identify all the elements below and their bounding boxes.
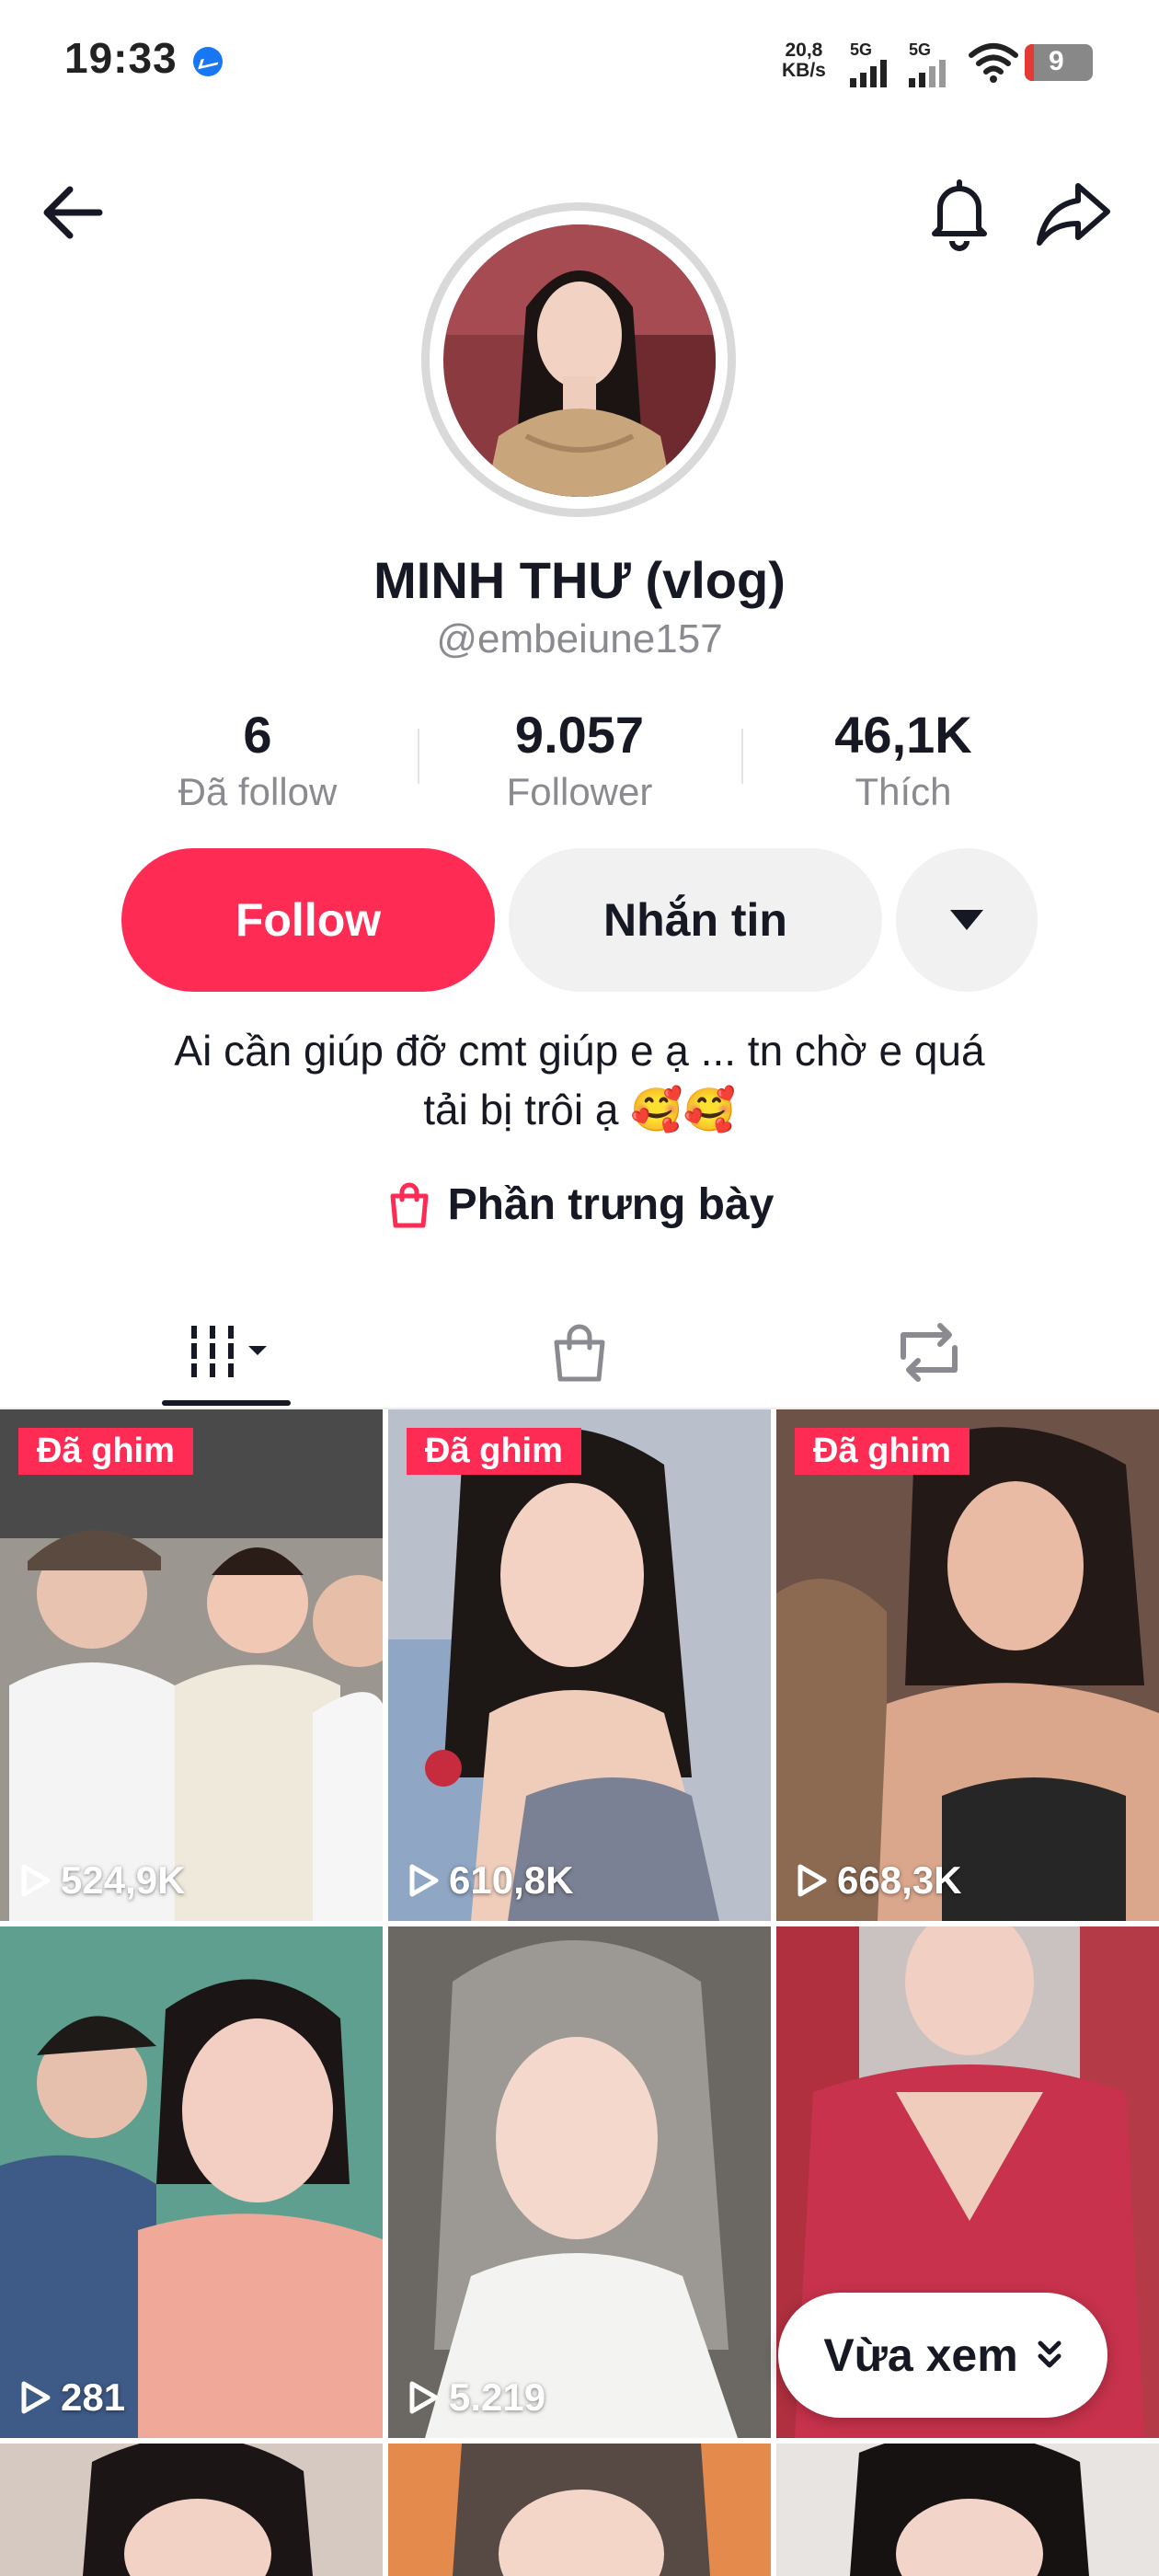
video-thumbnail-art: [388, 1409, 771, 1921]
message-button[interactable]: Nhắn tin: [509, 848, 882, 992]
avatar[interactable]: [443, 224, 716, 497]
video-tile[interactable]: [776, 2444, 1159, 2576]
video-thumbnail-art: [0, 1926, 383, 2438]
battery-indicator: 9: [1025, 44, 1093, 81]
bio-line: tải bị trôi ạ 🥰🥰: [423, 1086, 736, 1133]
stat-likes-value: 46,1K: [834, 706, 972, 764]
sim1-label: 5G: [850, 40, 873, 59]
stat-followers[interactable]: 9.057 Follower: [423, 705, 736, 814]
network-speed-unit: KB/s: [782, 60, 826, 81]
status-time: 19:33: [64, 34, 178, 82]
caret-down-icon: [950, 910, 983, 930]
repost-icon: [901, 1323, 958, 1382]
sim1-signal: 5G: [850, 40, 890, 92]
sim2-label: 5G: [909, 40, 932, 59]
play-icon: [798, 1864, 827, 1897]
play-icon: [409, 2381, 439, 2414]
video-thumbnail-art: [388, 1926, 771, 2438]
bio-line: Ai cần giúp đỡ cmt giúp e ạ ... tn chờ e…: [174, 1027, 985, 1075]
video-tile[interactable]: 281: [0, 1926, 383, 2438]
play-icon: [21, 1864, 51, 1897]
showcase-link[interactable]: Phần trưng bày: [0, 1179, 1159, 1230]
showcase-label: Phần trưng bày: [447, 1180, 775, 1229]
network-speed-value: 20,8: [785, 40, 823, 61]
messenger-notification-icon: [193, 47, 223, 76]
tab-active-indicator: [162, 1400, 291, 1406]
share-icon: [1037, 183, 1110, 246]
play-icon: [409, 1864, 439, 1897]
signal-icon: [850, 60, 887, 87]
profile-name: MINH THƯ (vlog): [373, 551, 786, 609]
stat-followers-value: 9.057: [514, 706, 645, 764]
shopping-bag-icon: [554, 1324, 605, 1382]
battery-level: 9: [1049, 46, 1064, 76]
wifi-icon: [969, 43, 1018, 83]
stat-likes[interactable]: 46,1K Thích: [747, 705, 1060, 814]
arrow-left-icon: [43, 186, 103, 239]
video-tile[interactable]: Đã ghim 610,8K: [388, 1409, 771, 1921]
profile-bio: Ai cần giúp đỡ cmt giúp e ạ ... tn chờ e…: [92, 1021, 1067, 1139]
follow-button[interactable]: Follow: [121, 848, 495, 992]
view-count-value: 524,9K: [61, 1858, 186, 1902]
grid-columns-icon: [186, 1326, 267, 1377]
video-thumbnail-art: [0, 1409, 383, 1921]
view-count-value: 610,8K: [449, 1858, 574, 1902]
recently-watched-label: Vừa xem: [823, 2329, 1018, 2381]
sim2-signal: 5G: [909, 40, 949, 92]
video-tile[interactable]: Đã ghim 524,9K: [0, 1409, 383, 1921]
stat-likes-label: Thích: [855, 770, 952, 813]
more-options-button[interactable]: [896, 848, 1038, 992]
video-thumbnail-art: [776, 2444, 1159, 2576]
avatar-image: [443, 224, 716, 497]
pinned-badge: Đã ghim: [407, 1428, 581, 1475]
view-count-value: 281: [61, 2375, 126, 2419]
pinned-badge: Đã ghim: [795, 1428, 970, 1475]
double-chevron-down-icon: [1038, 2340, 1061, 2368]
back-button[interactable]: [35, 171, 118, 254]
profile-handle: @embeiune157: [436, 616, 723, 661]
stat-following[interactable]: 6 Đã follow: [101, 705, 414, 814]
stat-followers-label: Follower: [506, 770, 653, 813]
share-button[interactable]: [1032, 171, 1115, 254]
tab-videos[interactable]: [37, 1297, 423, 1408]
tab-shop[interactable]: [386, 1297, 773, 1408]
view-count-value: 5.219: [449, 2375, 546, 2419]
notification-bell-button[interactable]: [918, 171, 1001, 254]
bell-icon: [932, 179, 987, 251]
stat-following-label: Đã follow: [178, 770, 338, 813]
view-count: 668,3K: [797, 1858, 961, 1903]
shopping-bag-icon: [390, 1182, 429, 1227]
video-tile[interactable]: [0, 2444, 383, 2576]
video-thumbnail-art: [0, 2444, 383, 2576]
video-tile[interactable]: Đã ghim 668,3K: [776, 1409, 1159, 1921]
video-tile[interactable]: [388, 2444, 771, 2576]
stat-divider: [418, 729, 419, 784]
view-count: 281: [20, 2375, 125, 2420]
play-icon: [21, 2381, 51, 2414]
tab-reposts[interactable]: [736, 1297, 1122, 1408]
video-thumbnail-art: [776, 1409, 1159, 1921]
video-tile[interactable]: 5.219: [388, 1926, 771, 2438]
view-count-value: 668,3K: [837, 1858, 962, 1902]
view-count: 610,8K: [408, 1858, 573, 1903]
stat-following-value: 6: [243, 706, 272, 764]
video-thumbnail-art: [388, 2444, 771, 2576]
stat-divider: [741, 729, 743, 784]
network-speed: 20,8 KB/s: [782, 40, 826, 81]
pinned-badge: Đã ghim: [18, 1428, 193, 1475]
view-count: 5.219: [408, 2375, 545, 2420]
view-count: 524,9K: [20, 1858, 185, 1903]
signal-icon: [909, 60, 946, 87]
recently-watched-button[interactable]: Vừa xem: [778, 2293, 1107, 2418]
